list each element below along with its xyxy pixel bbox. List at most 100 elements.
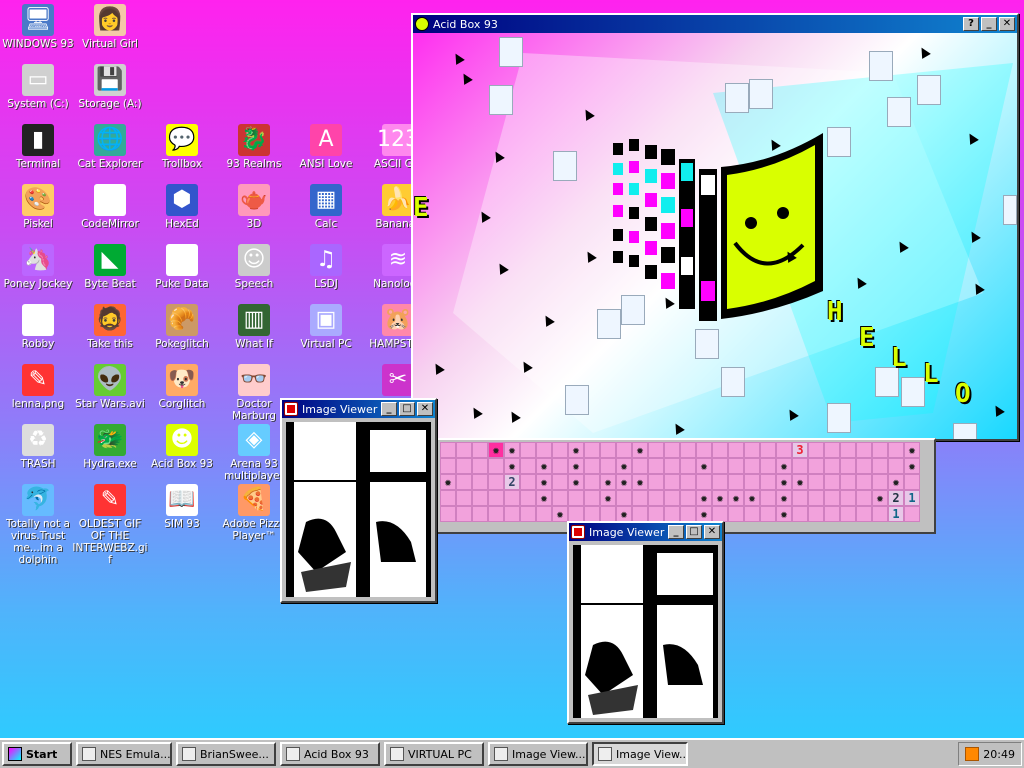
desktop-icon-hydra-exe[interactable]: 🐲 Hydra.exe xyxy=(72,424,148,470)
mine-cell[interactable] xyxy=(616,506,632,522)
desktop-icon-pokeglitch[interactable]: 🥐 Pokeglitch xyxy=(144,304,220,350)
mine-cell[interactable] xyxy=(872,506,888,522)
mine-cell[interactable] xyxy=(440,458,456,474)
mine-cell[interactable] xyxy=(664,458,680,474)
mine-cell[interactable] xyxy=(664,442,680,458)
mine-cell[interactable] xyxy=(904,442,920,458)
mine-cell[interactable] xyxy=(728,490,744,506)
desktop-icon-take-this[interactable]: 🧔 Take this xyxy=(72,304,148,350)
mine-cell[interactable]: 2 xyxy=(504,474,520,490)
mine-cell[interactable] xyxy=(456,490,472,506)
mine-cell[interactable] xyxy=(488,458,504,474)
mine-cell[interactable] xyxy=(552,458,568,474)
mine-cell[interactable] xyxy=(792,474,808,490)
mine-cell[interactable] xyxy=(472,458,488,474)
mine-cell[interactable] xyxy=(696,458,712,474)
desktop-icon-piskel[interactable]: 🎨 Piskel xyxy=(0,184,76,230)
mine-cell[interactable] xyxy=(744,458,760,474)
mine-cell[interactable] xyxy=(888,458,904,474)
mine-cell[interactable] xyxy=(632,458,648,474)
mine-cell[interactable] xyxy=(824,458,840,474)
mine-cell[interactable] xyxy=(776,506,792,522)
mine-cell[interactable] xyxy=(776,442,792,458)
mine-cell[interactable] xyxy=(680,458,696,474)
mine-cell[interactable] xyxy=(648,474,664,490)
mine-cell[interactable] xyxy=(456,506,472,522)
mine-cell[interactable] xyxy=(680,506,696,522)
desktop-icon-puke-data[interactable]: Pd Puke Data xyxy=(144,244,220,290)
mine-cell[interactable] xyxy=(472,506,488,522)
mine-cell[interactable] xyxy=(536,474,552,490)
image-viewer-1-titlebar[interactable]: Image Viewer _ □ ✕ xyxy=(282,400,435,418)
mine-cell[interactable] xyxy=(600,506,616,522)
desktop-icon-oldest-gif-of-the-interwebz-gif[interactable]: ✎ OLDEST GIF OF THE INTERWEBZ.gif xyxy=(72,484,148,566)
mine-cell[interactable] xyxy=(648,506,664,522)
mine-cell[interactable] xyxy=(824,474,840,490)
mine-cell[interactable] xyxy=(904,506,920,522)
maximize-button[interactable]: □ xyxy=(399,402,415,416)
mine-cell[interactable] xyxy=(872,458,888,474)
mine-cell[interactable] xyxy=(552,490,568,506)
mine-cell[interactable] xyxy=(760,490,776,506)
taskbar-item[interactable]: Acid Box 93 xyxy=(280,742,380,766)
mine-cell[interactable] xyxy=(536,490,552,506)
mine-cell[interactable] xyxy=(616,474,632,490)
mine-cell[interactable] xyxy=(584,474,600,490)
mine-cell[interactable] xyxy=(808,458,824,474)
mine-cell[interactable] xyxy=(856,442,872,458)
desktop-icon-what-if[interactable]: ▥ What If xyxy=(216,304,292,350)
mine-cell[interactable] xyxy=(600,490,616,506)
mine-cell[interactable] xyxy=(440,442,456,458)
taskbar-item[interactable]: BrianSwee... xyxy=(176,742,276,766)
mine-cell[interactable] xyxy=(488,490,504,506)
mine-cell[interactable] xyxy=(680,490,696,506)
mine-cell[interactable] xyxy=(616,442,632,458)
mine-cell[interactable] xyxy=(568,458,584,474)
mine-cell[interactable] xyxy=(568,474,584,490)
mine-cell[interactable] xyxy=(904,474,920,490)
desktop-icon-speech[interactable]: ☺ Speech xyxy=(216,244,292,290)
mine-cell[interactable] xyxy=(872,474,888,490)
taskbar-item[interactable]: VIRTUAL PC xyxy=(384,742,484,766)
mine-cell[interactable] xyxy=(616,490,632,506)
mine-cell[interactable] xyxy=(632,506,648,522)
mine-cell[interactable] xyxy=(536,442,552,458)
mine-cell[interactable] xyxy=(520,490,536,506)
desktop-icon-system-c[interactable]: ▭ System (C:) xyxy=(0,64,76,110)
desktop-icon-3d[interactable]: 🫖 3D xyxy=(216,184,292,230)
mine-cell[interactable] xyxy=(504,442,520,458)
mine-cell[interactable] xyxy=(488,442,504,458)
mine-cell[interactable] xyxy=(712,442,728,458)
desktop-icon-calc[interactable]: ▦ Calc xyxy=(288,184,364,230)
mine-cell[interactable] xyxy=(840,474,856,490)
desktop-icon-virtual-girl[interactable]: 👩 Virtual Girl xyxy=(72,4,148,50)
taskbar-item[interactable]: Image View... xyxy=(488,742,588,766)
desktop-icon-lsdj[interactable]: ♫ LSDJ xyxy=(288,244,364,290)
mine-cell[interactable] xyxy=(632,474,648,490)
start-button[interactable]: Start xyxy=(2,742,72,766)
mine-cell[interactable] xyxy=(856,506,872,522)
mine-cell[interactable] xyxy=(440,506,456,522)
mine-cell[interactable] xyxy=(584,506,600,522)
help-button[interactable]: ? xyxy=(963,17,979,31)
mine-cell[interactable] xyxy=(728,474,744,490)
mine-cell[interactable] xyxy=(568,506,584,522)
mine-cell[interactable] xyxy=(648,442,664,458)
mine-cell[interactable] xyxy=(776,458,792,474)
mine-cell[interactable] xyxy=(712,490,728,506)
mine-cell[interactable] xyxy=(472,442,488,458)
desktop-icon-codemirror[interactable]: 🐱 CodeMirror xyxy=(72,184,148,230)
mine-cell[interactable] xyxy=(856,458,872,474)
mine-cell[interactable] xyxy=(648,458,664,474)
desktop-icon-93-realms[interactable]: 🐉 93 Realms xyxy=(216,124,292,170)
desktop-icon-hexed[interactable]: ⬢ HexEd xyxy=(144,184,220,230)
mine-cell[interactable]: 1 xyxy=(904,490,920,506)
desktop-icon-windows-93[interactable]: 🖥 WINDOWS 93 xyxy=(0,4,76,50)
mine-cell[interactable] xyxy=(456,458,472,474)
mine-cell[interactable] xyxy=(584,458,600,474)
mine-cell[interactable] xyxy=(760,474,776,490)
mine-cell[interactable] xyxy=(840,490,856,506)
mine-cell[interactable] xyxy=(840,442,856,458)
mine-cell[interactable] xyxy=(664,474,680,490)
mine-cell[interactable] xyxy=(664,490,680,506)
